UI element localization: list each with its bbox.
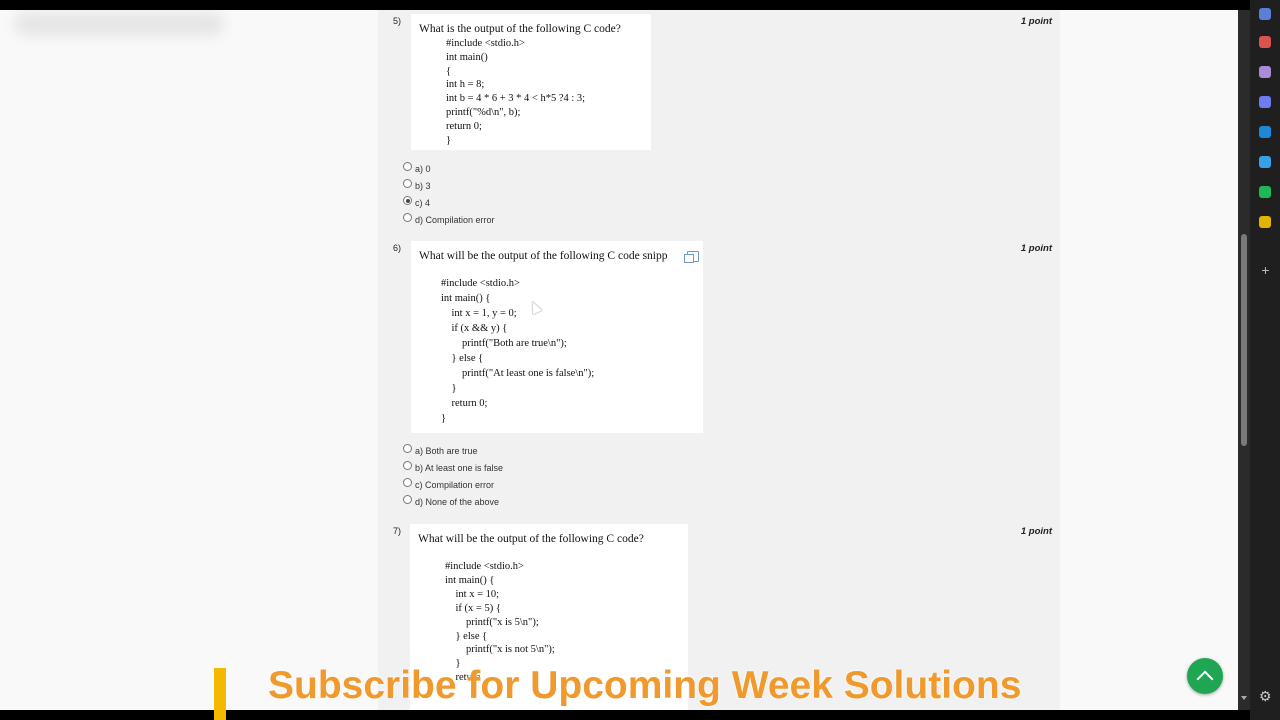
question-5-image: What is the output of the following C co… xyxy=(411,14,651,150)
option-row[interactable]: c) 4 xyxy=(403,194,495,211)
question-6-image: What will be the output of the following… xyxy=(411,241,703,433)
spotify-icon[interactable] xyxy=(1259,186,1271,198)
question-5-text: What is the output of the following C co… xyxy=(419,23,621,35)
question-5-points: 1 point xyxy=(1020,16,1052,27)
hexagon-icon[interactable] xyxy=(1259,96,1271,108)
question-5-code: #include <stdio.h> int main() { int h = … xyxy=(446,38,586,146)
option-label: b) At least one is false xyxy=(415,462,504,473)
radio-button[interactable] xyxy=(403,179,412,188)
question-5-number: 5) xyxy=(393,16,402,26)
subscribe-banner: Subscribe for Upcoming Week Solutions xyxy=(268,664,1022,707)
trophy-icon[interactable] xyxy=(1259,216,1271,228)
scroll-down-arrow-icon[interactable] xyxy=(1241,696,1247,700)
radio-button-selected[interactable] xyxy=(403,196,412,205)
question-5-options: a) 0 b) 3 c) 4 d) Compilation error xyxy=(403,160,495,228)
option-label: d) None of the above xyxy=(415,496,500,507)
radio-button[interactable] xyxy=(403,444,412,453)
option-label: a) 0 xyxy=(415,163,431,174)
browser-sidebar: + ⚙ xyxy=(1250,0,1280,720)
question-6-code: #include <stdio.h> int main() { int x = … xyxy=(441,278,595,424)
quiz-column: 5) 1 point What is the output of the fol… xyxy=(378,10,1060,710)
question-7-number: 7) xyxy=(393,526,402,536)
question-7-text: What will be the output of the following… xyxy=(418,533,644,545)
radio-button[interactable] xyxy=(403,461,412,470)
option-label: c) Compilation error xyxy=(415,479,495,490)
option-label: c) 4 xyxy=(415,197,431,208)
question-6-points: 1 point xyxy=(1020,243,1052,254)
option-label: b) 3 xyxy=(415,180,431,191)
option-row[interactable]: b) At least one is false xyxy=(403,459,503,476)
blurred-header xyxy=(14,12,224,36)
add-icon[interactable]: + xyxy=(1260,263,1271,277)
radio-button[interactable] xyxy=(403,213,412,222)
question-6-options: a) Both are true b) At least one is fals… xyxy=(403,442,503,510)
option-row[interactable]: d) None of the above xyxy=(403,493,503,510)
radio-button[interactable] xyxy=(403,495,412,504)
question-7-points: 1 point xyxy=(1020,526,1052,537)
question-6-number: 6) xyxy=(393,243,402,253)
quiz-page: 5) 1 point What is the output of the fol… xyxy=(0,10,1238,710)
question-6-text: What will be the output of the following… xyxy=(419,250,668,262)
outlook-icon[interactable] xyxy=(1259,126,1271,138)
scroll-to-top-button[interactable] xyxy=(1187,658,1223,694)
scrollbar[interactable] xyxy=(1238,10,1250,710)
radio-button[interactable] xyxy=(403,478,412,487)
scrollbar-thumb[interactable] xyxy=(1241,234,1247,446)
option-row[interactable]: d) Compilation error xyxy=(403,211,495,228)
option-label: a) Both are true xyxy=(415,445,478,456)
person-icon[interactable] xyxy=(1259,66,1271,78)
banner-accent-bar xyxy=(214,668,226,720)
option-row[interactable]: c) Compilation error xyxy=(403,476,503,493)
send-icon[interactable] xyxy=(1259,156,1271,168)
favorites-icon[interactable] xyxy=(1259,8,1271,20)
option-label: d) Compilation error xyxy=(415,214,495,225)
option-row[interactable]: b) 3 xyxy=(403,177,495,194)
radio-button[interactable] xyxy=(403,162,412,171)
toolbox-icon[interactable] xyxy=(1259,36,1271,48)
option-row[interactable]: a) 0 xyxy=(403,160,495,177)
copy-icon[interactable] xyxy=(684,251,699,263)
settings-gear-icon[interactable]: ⚙ xyxy=(1259,688,1272,705)
option-row[interactable]: a) Both are true xyxy=(403,442,503,459)
